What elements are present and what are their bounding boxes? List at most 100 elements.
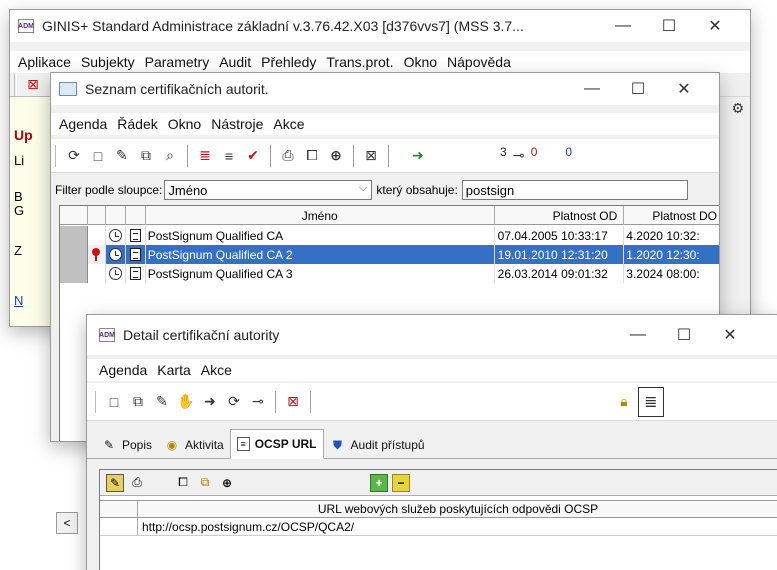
close-red-icon[interactable]: ⊠ [23,75,43,95]
main-window-title: GINIS+ Standard Administrace základní v.… [42,18,524,34]
new-record-icon[interactable]: □ [104,392,124,412]
mark-icon[interactable]: ≣ [195,146,215,166]
column-header-valid-to[interactable]: Platnost DO [624,206,719,225]
header-doc [126,206,146,225]
toolbar-grip[interactable] [95,390,98,413]
menu-trans-prot[interactable]: Trans.prot. [326,54,393,70]
copy-icon[interactable]: ⧉ [128,392,148,412]
menu-akce[interactable]: Akce [201,362,232,378]
filter-value-input[interactable]: postsign [461,180,688,200]
copy-icon[interactable]: ⧠ [174,474,192,492]
key-icon[interactable]: ⊸ [248,392,268,412]
edit-icon[interactable]: ✎ [106,473,124,492]
row-selector[interactable] [60,245,88,264]
search-detail-icon[interactable]: ⌕ [160,146,180,166]
menu-nastroje[interactable]: Nástroje [211,116,263,132]
detail-maximize-button[interactable]: ☐ [661,315,707,355]
menu-okno[interactable]: Okno [168,116,201,132]
edit-icon[interactable]: ✎ [112,146,132,166]
menu-agenda[interactable]: Agenda [59,116,107,132]
side-fragment-link[interactable]: N [14,293,23,308]
menu-agenda[interactable]: Agenda [99,362,147,378]
shield-icon: ⛊ [333,437,343,452]
side-fragment: Z [14,243,22,258]
column-header-valid-from[interactable]: Platnost OD [495,206,625,225]
paste-icon[interactable]: ⧉ [196,474,214,492]
column-header-ocsp-url[interactable]: URL webových služeb poskytujících odpově… [138,501,777,517]
close-red-icon[interactable]: ⊠ [283,392,303,412]
toolbar-grip[interactable] [55,144,58,167]
document-large-icon[interactable]: ≣ [638,386,664,417]
window-icon [59,82,77,96]
enter-arrow-icon[interactable]: ➜ [408,146,428,166]
list-icon: ≡ [236,437,250,451]
menu-napoveda[interactable]: Nápověda [447,54,511,70]
filter-column-select[interactable]: Jméno ⌵ [164,180,373,200]
table-row-selected[interactable]: PostSignum Qualified CA 2 19.01.2010 12:… [60,245,719,264]
filter-column-value: Jméno [168,182,208,198]
list-maximize-button[interactable]: ☐ [615,73,661,105]
menu-prehledy[interactable]: Přehledy [261,54,316,70]
minimize-button[interactable]: — [600,10,646,42]
remove-row-icon[interactable]: − [392,473,410,492]
scroll-left-button[interactable]: < [56,512,78,534]
toolbar-grip[interactable] [14,73,17,96]
add-row-icon[interactable]: + [370,473,388,492]
ocsp-url-panel: ✎ ⎙ ⧠ ⧉ ⊕ + − URL webových služeb poskyt… [99,469,777,570]
menu-radek[interactable]: Řádek [117,116,157,132]
row-selector[interactable] [60,226,88,245]
close-button[interactable]: ✕ [692,10,738,42]
menu-okno[interactable]: Okno [404,54,437,70]
table-row[interactable]: http://ocsp.postsignum.cz/OCSP/QCA2/ [100,518,777,536]
refresh-icon[interactable]: ⟳ [64,146,84,166]
detail-close-button[interactable]: ✕ [707,315,753,355]
detail-titlebar[interactable]: ADM Detail certifikační autority — ☐ ✕ [87,315,777,355]
print-icon[interactable]: ⎙ [128,474,146,492]
list-icon[interactable]: ≡ [219,146,239,166]
settings-icon[interactable]: ⚙ [731,100,744,117]
binoculars-icon[interactable]: ⊕ [218,474,236,492]
tab-ocsp-url[interactable]: ≡ OCSP URL [229,429,324,459]
close-list-icon[interactable]: ⊠ [361,146,381,166]
list-close-button[interactable]: ✕ [661,73,707,105]
detail-icon[interactable]: ⧉ [136,146,156,166]
enter-arrow-icon[interactable]: ➜ [200,392,220,412]
main-titlebar[interactable]: ADM GINIS+ Standard Administrace základn… [10,10,750,42]
menu-aplikace[interactable]: Aplikace [18,54,71,70]
detail-window-title: Detail certifikační autority [123,327,280,343]
tab-aktivita[interactable]: ◉ Aktivita [158,432,230,458]
refresh-icon[interactable]: ⟳ [224,392,244,412]
list-titlebar[interactable]: Seznam certifikačních autorit. — ☐ ✕ [51,73,719,105]
lock-icon[interactable]: 🔒︎ [614,392,634,412]
cell-valid-from: 07.04.2005 10:33:17 [495,226,625,245]
key-red-icon [92,248,101,261]
copy-icon[interactable]: ⧠ [302,146,322,166]
hand-icon[interactable]: ✋ [176,392,196,412]
document-icon [129,248,141,261]
menu-subjekty[interactable]: Subjekty [81,54,135,70]
checkmark-icon[interactable]: ✔ [243,146,263,166]
list-minimize-button[interactable]: — [569,73,615,105]
tab-audit-pristupu[interactable]: ⛊ Audit přístupů [324,432,431,458]
row-selector[interactable] [60,264,88,283]
print-icon[interactable]: ⎙ [278,146,298,166]
tab-popis[interactable]: ✎ Popis [95,432,158,458]
row-selector[interactable] [100,518,138,535]
new-record-icon[interactable]: □ [88,146,108,166]
table-row[interactable]: PostSignum Qualified CA 07.04.2005 10:33… [60,226,719,245]
detail-minimize-button[interactable]: — [615,315,661,355]
binoculars-icon[interactable]: ⊕ [326,146,346,166]
row-doc-cell [125,245,146,264]
activity-icon: ◉ [166,438,178,452]
menu-akce[interactable]: Akce [273,116,304,132]
chevron-down-icon: ⌵ [359,182,368,194]
panel-toolbar: ✎ ⎙ ⧠ ⧉ ⊕ + − [100,470,777,496]
edit-icon[interactable]: ✎ [152,392,172,412]
menu-parametry[interactable]: Parametry [145,54,210,70]
menu-audit[interactable]: Audit [219,54,251,70]
maximize-button[interactable]: ☐ [646,10,692,42]
column-header-name[interactable]: Jméno [146,206,495,225]
table-row[interactable]: PostSignum Qualified CA 3 26.03.2014 09:… [60,264,719,283]
blue-counter: 0 [565,144,573,159]
menu-karta[interactable]: Karta [157,362,190,378]
